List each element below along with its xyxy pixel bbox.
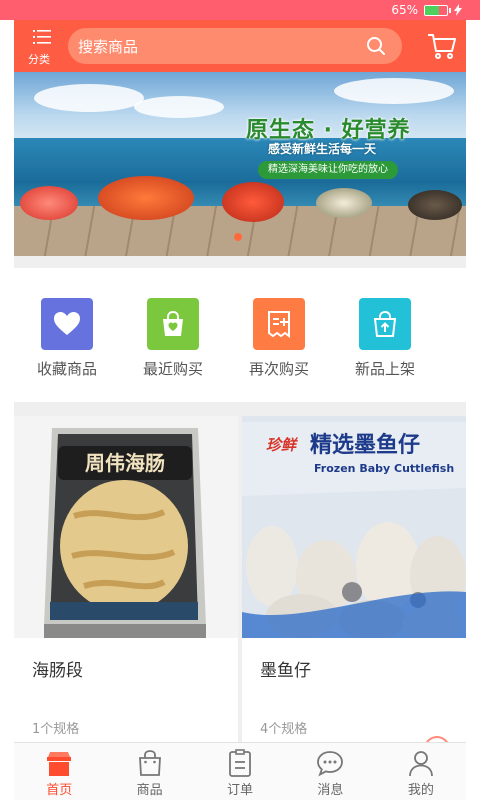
heart-icon [54, 312, 80, 335]
quick-entry-label: 收藏商品 [36, 360, 97, 378]
sea-intestine-package-image: 周伟海肠 [14, 416, 238, 638]
tab-orders[interactable]: 订单 [195, 743, 285, 800]
product-spec: 1个规格 [32, 722, 80, 737]
menu-icon [33, 30, 51, 44]
tab-label: 我的 [407, 783, 434, 798]
package-brand: 珍鲜 [266, 436, 299, 454]
battery-level [425, 5, 440, 15]
bottom-tab-bar: 首页 商品 订单 消息 我的 [14, 742, 466, 800]
battery-icon [424, 4, 451, 16]
shrimp-dish [20, 186, 78, 220]
new-bag-icon [373, 310, 397, 337]
section-divider [14, 256, 466, 268]
message-icon [317, 751, 344, 777]
mussel-dish [408, 190, 462, 220]
quick-entry-favorites[interactable]: 收藏商品 [14, 268, 120, 402]
tab-messages[interactable]: 消息 [285, 743, 375, 800]
shopping-bag-icon [138, 750, 161, 776]
quick-entry-label: 再次购买 [248, 360, 309, 378]
tab-label: 消息 [317, 783, 344, 798]
home-icon [47, 752, 72, 776]
crab-dish [98, 176, 194, 220]
lobster-dish [222, 182, 284, 222]
product-name: 墨鱼仔 [260, 661, 311, 681]
package-english-title: Frozen Baby Cuttlefish [314, 462, 454, 475]
tab-label: 首页 [46, 783, 73, 798]
quick-entry-label: 最近购买 [142, 360, 203, 378]
cuttlefish-package-image: 珍鲜 精选墨鱼仔 Frozen Baby Cuttlefish [242, 416, 466, 638]
product-image: 周伟海肠 [14, 416, 238, 638]
tab-products[interactable]: 商品 [104, 743, 194, 800]
banner-subtitle: 感受新鲜生活每一天 [268, 142, 377, 156]
category-label: 分类 [28, 53, 50, 66]
abalone-dish [316, 188, 372, 218]
package-title: 精选墨鱼仔 [310, 432, 420, 458]
quick-entry-icon-box [147, 298, 199, 350]
banner-cloud [334, 78, 454, 104]
banner-cloud [34, 84, 144, 112]
quick-entry-recent[interactable]: 最近购买 [120, 268, 226, 402]
user-icon [408, 751, 433, 777]
cart-icon[interactable] [426, 30, 458, 62]
battery-percent: 65% [391, 3, 418, 17]
status-indicators: 65% [391, 1, 462, 19]
quick-entry-row: 收藏商品 最近购买 再次购买 新品上架 [14, 268, 466, 402]
order-icon [229, 749, 251, 777]
carousel-indicator[interactable] [234, 233, 242, 241]
tab-profile[interactable]: 我的 [376, 743, 466, 800]
quick-entry-new-arrivals[interactable]: 新品上架 [332, 268, 438, 402]
search-input[interactable]: 搜索商品 [68, 28, 402, 64]
product-card[interactable]: 珍鲜 精选墨鱼仔 Frozen Baby Cuttlefish 墨鱼仔 4个规格 [242, 416, 466, 742]
shopping-bag-icon [163, 310, 183, 336]
product-grid: 周伟海肠 海肠段 1个规格 珍鲜 精选墨鱼仔 Frozen Baby Cuttl… [14, 416, 466, 742]
search-icon[interactable] [366, 36, 386, 56]
quick-entry-rebuy[interactable]: 再次购买 [226, 268, 332, 402]
tab-label: 订单 [227, 783, 254, 798]
banner-cloud [134, 96, 224, 118]
quick-entry-label: 新品上架 [354, 360, 415, 378]
promo-banner[interactable]: 原生态 · 好营养 感受新鲜生活每一天 精选深海美味让你吃的放心 [14, 72, 466, 256]
charging-icon [454, 4, 462, 16]
quick-entry-icon-box [41, 298, 93, 350]
quick-entry-icon-box [253, 298, 305, 350]
status-bar: 65% [0, 0, 480, 20]
product-image: 珍鲜 精选墨鱼仔 Frozen Baby Cuttlefish [242, 416, 466, 638]
section-divider [14, 402, 466, 416]
tab-home[interactable]: 首页 [14, 743, 104, 800]
package-title: 周伟海肠 [85, 451, 165, 475]
product-name: 海肠段 [32, 661, 83, 681]
tab-label: 商品 [136, 783, 163, 798]
product-spec: 4个规格 [260, 722, 308, 737]
receipt-icon [268, 311, 290, 338]
banner-tag: 精选深海美味让你吃的放心 [258, 161, 398, 179]
app-header: 分类 搜索商品 [14, 20, 466, 72]
product-card[interactable]: 周伟海肠 海肠段 1个规格 [14, 416, 238, 742]
quick-entry-icon-box [359, 298, 411, 350]
category-menu-button[interactable]: 分类 [20, 24, 60, 68]
search-placeholder: 搜索商品 [78, 38, 139, 56]
